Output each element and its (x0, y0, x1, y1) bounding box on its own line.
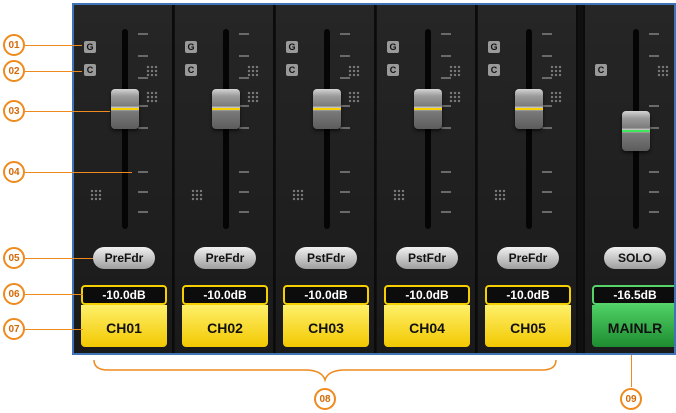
channel-strip-ch02: G C PreFdr -10.0dB CH02 (175, 5, 275, 353)
callout-badge: 04 (3, 161, 25, 183)
channel-strip-mainlr: C SOLO -16.5dB MAINLR (583, 5, 674, 353)
channel-name-button[interactable]: CH01 (81, 305, 167, 347)
send-mode-button[interactable]: PreFdr (194, 247, 256, 269)
fader-track (526, 29, 532, 229)
callout-badge: 01 (3, 34, 25, 56)
channel-strip-ch03: G C PstFdr -10.0dB CH03 (276, 5, 376, 353)
level-readout: -10.0dB (384, 285, 470, 305)
level-readout: -10.0dB (182, 285, 268, 305)
fader-track (223, 29, 229, 229)
level-readout: -10.0dB (81, 285, 167, 305)
group-c-button[interactable]: C (286, 64, 298, 76)
fader-knob[interactable] (111, 89, 139, 129)
channel-name-button[interactable]: CH02 (182, 305, 268, 347)
group-c-button[interactable]: C (185, 64, 197, 76)
fader-knob[interactable] (515, 89, 543, 129)
group-g-button[interactable]: G (488, 41, 500, 53)
group-c-button[interactable]: C (488, 64, 500, 76)
group-g-button[interactable]: G (84, 41, 96, 53)
fader-track (122, 29, 128, 229)
callout-badge: 07 (3, 318, 25, 340)
callout-badge: 02 (3, 60, 25, 82)
send-mode-button[interactable]: PstFdr (295, 247, 357, 269)
level-readout: -16.5dB (592, 285, 674, 305)
level-readout: -10.0dB (283, 285, 369, 305)
level-readout: -10.0dB (485, 285, 571, 305)
fader-knob[interactable] (414, 89, 442, 129)
mixer-panel: G C PreFdr -10.0dB CH01 G C PreFdr -10.0… (72, 3, 676, 355)
fader-knob[interactable] (313, 89, 341, 129)
callout-badge: 08 (314, 388, 336, 410)
send-mode-button[interactable]: PstFdr (396, 247, 458, 269)
fader-track (324, 29, 330, 229)
bracket-channels (93, 359, 557, 383)
group-g-button[interactable]: G (286, 41, 298, 53)
channel-name-button[interactable]: CH03 (283, 305, 369, 347)
channel-name-button[interactable]: CH05 (485, 305, 571, 347)
channel-strip-ch01: G C PreFdr -10.0dB CH01 (74, 5, 174, 353)
group-c-button[interactable]: C (84, 64, 96, 76)
group-c-button[interactable]: C (595, 64, 607, 76)
callout-badge: 05 (3, 247, 25, 269)
callout-badge: 09 (620, 388, 642, 410)
fader-knob[interactable] (212, 89, 240, 129)
channel-name-button[interactable]: MAINLR (592, 305, 674, 347)
send-mode-button[interactable]: PreFdr (497, 247, 559, 269)
group-c-button[interactable]: C (387, 64, 399, 76)
channel-strip-ch05: G C PreFdr -10.0dB CH05 (478, 5, 578, 353)
callout-badge: 03 (3, 100, 25, 122)
channel-strip-ch04: G C PstFdr -10.0dB CH04 (377, 5, 477, 353)
fader-knob[interactable] (622, 111, 650, 151)
fader-track (425, 29, 431, 229)
solo-button[interactable]: SOLO (604, 247, 666, 269)
send-mode-button[interactable]: PreFdr (93, 247, 155, 269)
callout-badge: 06 (3, 283, 25, 305)
group-g-button[interactable]: G (387, 41, 399, 53)
group-g-button[interactable]: G (185, 41, 197, 53)
channel-name-button[interactable]: CH04 (384, 305, 470, 347)
